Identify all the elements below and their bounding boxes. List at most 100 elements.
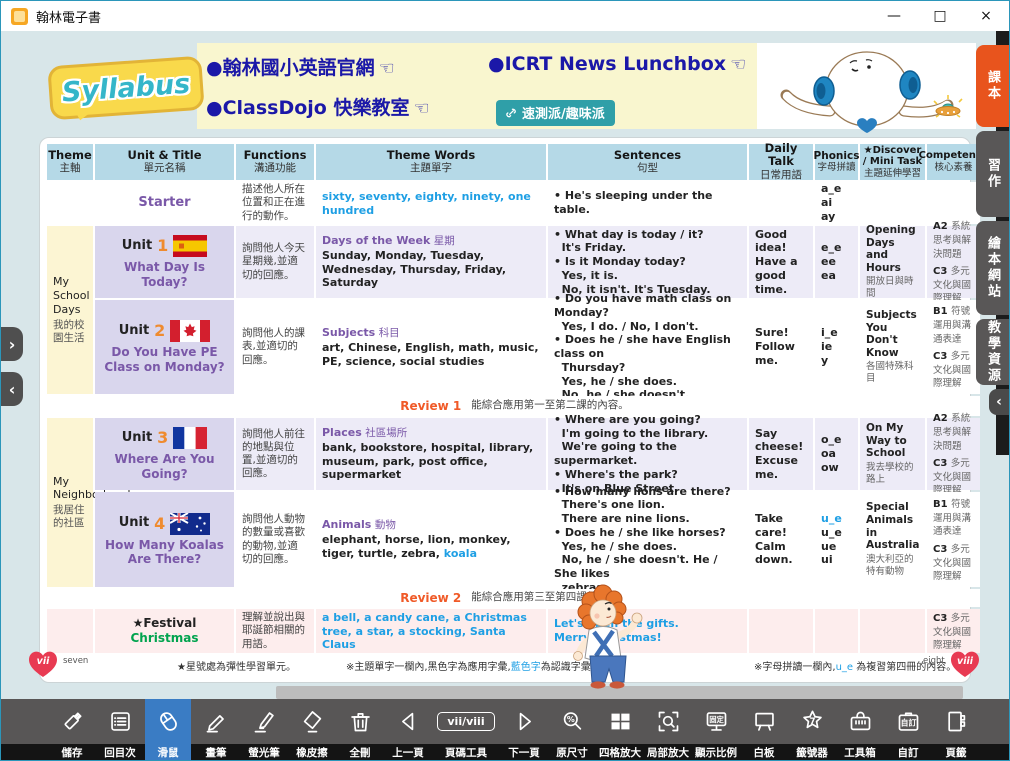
toolbox-icon [847, 708, 874, 735]
hand-pointer-icon: ☜ [730, 54, 746, 75]
toc-icon [107, 708, 134, 735]
tool-eraser[interactable]: 橡皮擦 [289, 699, 335, 760]
display-ratio-icon: 固定 [703, 708, 730, 735]
page-tabs-icon [943, 708, 970, 735]
unit3-discover: On My Way to School我去學校的路上 [860, 418, 925, 490]
theme-my-neighborhood: My Neighborhood我居住的社區 [47, 418, 93, 587]
left-panel-collapse-button[interactable]: ‹ [1, 372, 23, 406]
tool-pen[interactable]: 畫筆 [193, 699, 239, 760]
sidebar-collapse-button[interactable]: ‹ [989, 389, 1009, 415]
window-title: 翰林電子書 [36, 7, 101, 26]
link-label: ●ICRT News Lunchbox [488, 53, 726, 75]
tool-number-picker[interactable]: 7 籤號器 [789, 699, 835, 760]
left-panel-expand-button[interactable]: › [1, 327, 23, 361]
header-sentences: Sentences句型 [548, 144, 747, 180]
header-phonics: Phonics字母拼讀 [815, 144, 858, 180]
unit4-phonics: u_e u_eueui [815, 492, 858, 587]
tab-label: 習作 [983, 158, 1002, 190]
svg-text:固定: 固定 [709, 715, 724, 724]
starter-phonics: a_eaiay [815, 182, 858, 224]
link-icrt-news-lunchbox[interactable]: ●ICRT News Lunchbox☜ [488, 53, 746, 75]
tool-save[interactable]: 儲存 [49, 699, 95, 760]
tab-workbook[interactable]: 習作 [976, 131, 1009, 217]
flag-australia-icon [170, 513, 210, 535]
unit2-sentences: • Do you have math class on Monday? Yes,… [548, 300, 747, 394]
book-page: Theme主軸 Unit & Title單元名稱 Functions溝通功能 T… [39, 137, 971, 683]
tool-toc[interactable]: 回目次 [97, 699, 143, 760]
unit2-daily: Sure!Follow me. [749, 300, 813, 394]
pen-icon [203, 708, 230, 735]
review1-row: Review 1能綜合應用第一至第二課的內容。 [47, 396, 980, 416]
footnote-star: ★星號處為彈性學習單元。 [177, 658, 296, 673]
tool-prev-page[interactable]: 上一頁 [385, 699, 431, 760]
tab-teaching-resources[interactable]: 教學資源 [976, 319, 1009, 385]
hand-pointer-icon: ☜ [413, 98, 429, 119]
flag-spain-icon [173, 235, 207, 257]
number-picker-star-icon: 7 [799, 708, 826, 735]
svg-text:自訂: 自訂 [900, 717, 916, 727]
header-theme-words: Theme Words主題單字 [316, 144, 546, 180]
unit1-phonics: e_eeeea [815, 226, 858, 298]
chevron-right-icon: › [9, 335, 16, 354]
festival-theme-cell [47, 609, 93, 653]
link-label: ●ClassDojo 快樂教室 [206, 97, 409, 119]
tab-textbook[interactable]: 課本 [976, 45, 1009, 127]
trash-icon [347, 708, 374, 735]
tool-toolbox[interactable]: 工具箱 [837, 699, 883, 760]
tool-custom[interactable]: 自訂 自訂 [885, 699, 931, 760]
festival-discover [860, 609, 925, 653]
tab-label: 課本 [983, 70, 1002, 102]
close-button[interactable]: × [963, 1, 1009, 31]
tool-whiteboard[interactable]: 白板 [741, 699, 787, 760]
link-hanlin-english-site[interactable]: ●翰林國小英語官網☜ [206, 53, 395, 80]
tool-delete-all[interactable]: 全刪 [337, 699, 383, 760]
starter-title-cell: Starter [95, 182, 234, 224]
tool-four-grid-zoom[interactable]: 四格放大 [597, 699, 643, 760]
unit1-competency: A2 系統思考與解決問題C3 多元文化與國際理解 [927, 226, 980, 298]
four-grid-zoom-icon [607, 708, 634, 735]
syllabus-logo: Syllabus [47, 56, 204, 121]
tool-next-page[interactable]: 下一頁 [501, 699, 547, 760]
unit3-sentences: • Where are you going? I'm going to the … [548, 418, 747, 490]
tab-picturebook-site[interactable]: 繪本網站 [976, 221, 1009, 315]
maximize-button[interactable]: □ [917, 1, 963, 31]
unit4-sentences: • How many lions are there? There's one … [548, 492, 747, 587]
header-unit-title: Unit & Title單元名稱 [95, 144, 234, 180]
festival-phonics [815, 609, 858, 653]
starter-theme-cell [47, 182, 93, 224]
unit1-sentences: • What day is today / it? It's Friday.• … [548, 226, 747, 298]
next-page-icon [511, 708, 538, 735]
ebook-app-window: 翰林電子書 — □ × Syllabus ●翰林國小英語官網☜ ●ICRT Ne… [0, 0, 1010, 761]
title-bar: 翰林電子書 — □ × [1, 1, 1009, 31]
unit3-daily: Say cheese!Excuse me. [749, 418, 813, 490]
starter-functions: 描述他人所在位置和正在進行的動作。 [236, 182, 314, 224]
unit1-words: Days of the Week 星期 Sunday, Monday, Tues… [316, 226, 546, 298]
chevron-left-icon: ‹ [996, 394, 1002, 410]
unit1-discover: Opening Days and Hours開放日與時間 [860, 226, 925, 298]
tab-label: 繪本網站 [983, 236, 1002, 300]
quiz-button-label: 速測派/趣味派 [522, 103, 605, 122]
syllabus-logo-text: Syllabus [61, 68, 191, 108]
tool-highlighter[interactable]: 螢光筆 [241, 699, 287, 760]
tool-partial-zoom[interactable]: 局部放大 [645, 699, 691, 760]
tool-page-tabs[interactable]: 頁籤 [933, 699, 979, 760]
unit1-daily: Good idea!Have a good time. [749, 226, 813, 298]
whiteboard-icon [751, 708, 778, 735]
page-number-heart-right: viii [949, 649, 981, 679]
page-indicator[interactable]: vii/viii [437, 712, 494, 731]
svg-text:7: 7 [809, 716, 815, 726]
page-number-heart-left: vii [27, 649, 59, 679]
tool-page-indicator[interactable]: vii/viii 頁碼工具 [433, 699, 499, 760]
tool-original-size[interactable]: % 原尺寸 [549, 699, 595, 760]
quiz-link-button[interactable]: 速測派/趣味派 [496, 100, 615, 126]
original-size-icon: % [559, 708, 586, 735]
minimize-button[interactable]: — [871, 1, 917, 31]
link-classdojo[interactable]: ●ClassDojo 快樂教室☜ [206, 93, 430, 120]
unit2-functions: 詢問他人的課表,並適切的回應。 [236, 300, 314, 394]
tool-display-ratio[interactable]: 固定 顯示比例 [693, 699, 739, 760]
page-word-right: eight [923, 656, 945, 666]
partial-zoom-icon [655, 708, 682, 735]
mouse-icon [155, 708, 182, 735]
tool-mouse[interactable]: 滑鼠 [145, 699, 191, 760]
link-label: ●翰林國小英語官網 [206, 57, 375, 79]
